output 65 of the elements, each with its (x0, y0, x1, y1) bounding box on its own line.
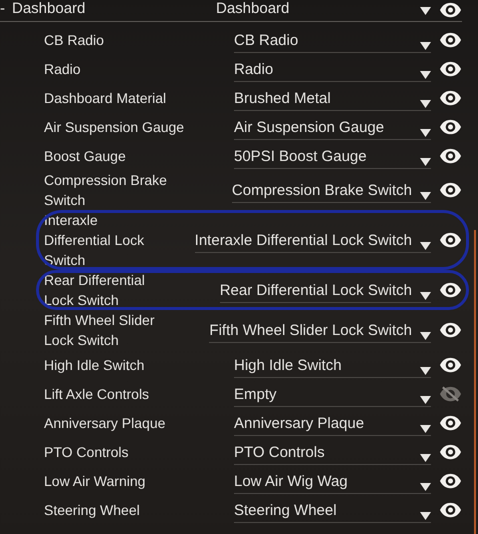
row-label: High Idle Switch (44, 356, 146, 374)
row-label: CB Radio (44, 30, 105, 50)
row-label: Fifth Wheel Slider Lock Switch (44, 311, 156, 350)
collapse-toggle[interactable]: - (0, 0, 12, 21)
caret-icon[interactable] (420, 292, 431, 300)
row-label: Steering Wheel (44, 500, 141, 520)
caret-icon[interactable] (420, 128, 431, 136)
option-dropdown[interactable]: Empty (234, 380, 431, 406)
option-dropdown[interactable]: Interaxle Differential Lock Switch (194, 227, 431, 253)
caret-icon[interactable] (420, 158, 431, 166)
option-dropdown[interactable]: Rear Differential Lock Switch (220, 277, 431, 303)
eye-icon[interactable] (439, 60, 462, 76)
row-label: Rear Differential Lock Switch (44, 271, 146, 310)
option-dropdown[interactable]: Brushed Metal (234, 84, 431, 110)
eye-icon[interactable] (439, 118, 462, 134)
eye-icon[interactable] (439, 444, 462, 460)
caret-icon[interactable] (420, 332, 431, 340)
caret-icon[interactable] (420, 242, 431, 250)
option-dropdown[interactable]: Air Suspension Gauge (234, 114, 431, 140)
eye-icon[interactable] (439, 322, 462, 338)
row-label: Boost Gauge (44, 146, 127, 166)
row-label: Low Air Warning (44, 472, 146, 490)
row-label: Lift Axle Controls (44, 384, 150, 404)
eye-icon[interactable] (439, 32, 462, 48)
caret-icon[interactable] (420, 366, 431, 374)
eye-slash-icon[interactable] (439, 386, 462, 402)
option-dropdown[interactable]: Anniversary Plaque (234, 410, 431, 436)
eye-icon[interactable] (439, 472, 462, 488)
caret-icon[interactable] (420, 100, 431, 108)
eye-icon[interactable] (439, 182, 462, 198)
caret-icon[interactable] (420, 454, 431, 462)
option-dropdown[interactable]: Steering Wheel (234, 496, 431, 522)
option-dropdown[interactable]: Fifth Wheel Slider Lock Switch (209, 317, 431, 343)
row-label: Dashboard Material (44, 88, 168, 108)
caret-icon[interactable] (420, 42, 431, 50)
eye-icon[interactable] (439, 356, 462, 372)
row-label: Interaxle Differential Lock Switch (44, 211, 146, 270)
row-label: Radio (44, 60, 82, 78)
option-dropdown[interactable]: PTO Controls (234, 438, 431, 464)
caret-icon[interactable] (420, 482, 431, 490)
eye-icon[interactable] (439, 148, 462, 164)
caret-icon[interactable] (420, 396, 431, 404)
eye-icon[interactable] (439, 282, 462, 298)
caret-icon[interactable] (420, 424, 431, 432)
group-dropdown[interactable]: Dashboard (215, 0, 431, 21)
row-label: Anniversary Plaque (44, 414, 166, 432)
caret-icon[interactable] (420, 70, 431, 78)
eye-icon[interactable] (439, 90, 462, 106)
eye-icon[interactable] (439, 414, 462, 430)
caret-icon[interactable] (420, 7, 431, 15)
row-label: Compression Brake Switch (44, 171, 168, 210)
option-dropdown[interactable]: 50PSI Boost Gauge (234, 142, 431, 168)
eye-icon[interactable] (439, 232, 462, 248)
option-dropdown[interactable]: High Idle Switch (234, 352, 431, 378)
eye-icon[interactable] (439, 502, 462, 518)
eye-icon[interactable] (439, 2, 462, 18)
row-label: PTO Controls (44, 442, 130, 462)
option-dropdown[interactable]: Low Air Wig Wag (234, 468, 431, 494)
caret-icon[interactable] (420, 192, 431, 200)
option-dropdown[interactable]: CB Radio (234, 26, 431, 52)
group-label: Dashboard (12, 0, 86, 20)
caret-icon[interactable] (420, 512, 431, 520)
row-label: Air Suspension Gauge (44, 118, 186, 136)
option-dropdown[interactable]: Compression Brake Switch (232, 177, 431, 203)
option-dropdown[interactable]: Radio (234, 56, 431, 82)
